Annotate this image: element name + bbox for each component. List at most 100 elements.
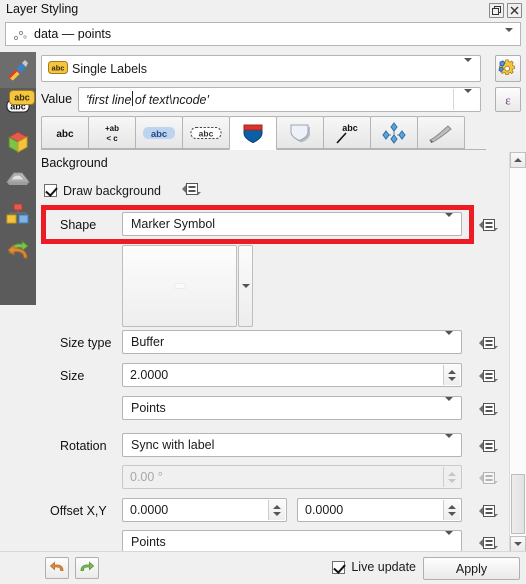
vertical-scrollbar[interactable] [509,152,526,552]
close-button[interactable] [507,3,522,18]
symbol-preview-dropdown[interactable] [238,245,253,327]
size-type-value: Buffer [131,335,165,349]
live-update-checkbox[interactable] [332,560,346,574]
offset-y-spinbox[interactable]: 0.0000 [297,498,462,522]
page-title: Layer Styling [6,2,79,16]
svg-text:abc: abc [342,123,358,133]
size-unit-data-defined-button[interactable] [476,397,501,420]
offset-label: Offset X,Y [50,504,107,518]
redo-button[interactable] [75,557,99,579]
rail-item-masks[interactable] [0,160,36,196]
undo-button[interactable] [45,557,69,579]
layer-selector-combo[interactable]: data — points [5,22,521,46]
rotation-angle-data-defined-button [476,466,501,489]
layer-selector-value: data — points [34,27,112,41]
scrollbar-thumb[interactable] [511,474,525,534]
tab-mask[interactable]: abc [182,116,230,149]
size-value: 2.0000 [130,368,169,382]
svg-text:abc: abc [151,129,167,140]
shape-label: Shape [60,218,97,232]
shape-combo[interactable]: Marker Symbol [122,212,462,236]
rotation-angle-value: 0.00 ° [130,470,163,484]
size-stepper[interactable] [443,365,460,385]
scroll-down-button[interactable] [510,536,526,552]
size-data-defined-button[interactable] [476,364,501,387]
rail-item-diagrams[interactable] [0,196,36,232]
tab-rendering[interactable] [417,116,465,149]
abc-yellow-icon: abc [9,89,35,109]
chevron-up-icon [448,471,456,476]
tab-buffer[interactable]: abc [135,116,183,149]
epsilon-expression-button[interactable]: ε [495,87,521,112]
value-expression-combo[interactable]: 'first line of text\ncode' [78,87,481,112]
chevron-down-icon [241,284,250,288]
draw-background-checkbox[interactable] [44,184,57,197]
divider [453,89,454,110]
tab-background[interactable] [229,116,277,150]
svg-text:abc: abc [14,93,30,103]
labeling-options-button[interactable] [495,55,521,82]
rotation-angle-stepper [443,467,460,487]
titlebar-buttons [489,3,522,18]
offset-x-value: 0.0000 [130,503,169,517]
tab-callouts[interactable]: abc [323,116,371,149]
value-label: Value [41,92,73,106]
chevron-up-icon[interactable] [448,369,456,374]
panel-titlebar: Layer Styling [0,0,526,20]
symbol-marker-glyph [174,283,185,289]
scroll-up-button[interactable] [510,152,526,168]
rotation-angle-spinbox: 0.00 ° [122,465,462,489]
size-unit-combo[interactable]: Points [122,396,462,420]
size-type-combo[interactable]: Buffer [122,330,462,354]
offset-x-spinbox[interactable]: 0.0000 [122,498,287,522]
chevron-down-icon [448,478,456,483]
chevron-down-icon [445,331,453,349]
shape-data-defined-button[interactable] [476,213,501,236]
offset-unit-value: Points [131,535,166,549]
style-type-row: abc Single Labels [41,55,481,82]
svg-text:+ab: +ab [105,124,119,133]
offset-y-value: 0.0000 [305,503,344,517]
chevron-down-icon [464,88,472,107]
svg-text:ε: ε [505,92,511,107]
size-type-label: Size type [60,336,112,350]
chevron-down-icon[interactable] [448,376,456,381]
symbol-preview[interactable] [122,245,237,327]
live-update-row[interactable]: Live update [332,560,416,574]
draw-background-label: Draw background [63,183,161,198]
chevron-down-icon [505,28,513,46]
rotation-value: Sync with label [131,438,215,452]
chevron-down-icon[interactable] [448,511,456,516]
rail-item-symbology[interactable] [0,52,36,88]
tab-placement[interactable] [370,116,418,149]
offset-x-stepper[interactable] [268,500,285,520]
offset-y-stepper[interactable] [443,500,460,520]
style-type-combo[interactable]: abc Single Labels [41,55,481,82]
tab-formatting[interactable]: +ab < c [88,116,136,149]
rail-item-actions[interactable] [0,232,36,268]
shape-value: Marker Symbol [131,217,216,231]
draw-background-row[interactable]: Draw background [44,180,203,201]
data-defined-override-icon[interactable] [181,180,203,201]
size-type-data-defined-button[interactable] [476,331,501,354]
chevron-up-icon[interactable] [273,504,281,509]
size-spinbox[interactable]: 2.0000 [122,363,462,387]
offset-data-defined-button[interactable] [476,499,501,522]
float-button[interactable] [489,3,504,18]
style-tabs: abc +ab < c abc abc abc [41,116,526,150]
rotation-data-defined-button[interactable] [476,434,501,457]
rotation-label: Rotation [60,439,107,453]
chevron-down-icon [464,57,472,76]
value-expression-text: 'first line of text\ncode' [86,92,209,107]
tab-text[interactable]: abc [41,116,89,149]
rail-item-3d-view[interactable] [0,124,36,160]
size-unit-value: Points [131,401,166,415]
section-title-background: Background [41,156,108,170]
chevron-up-icon[interactable] [448,504,456,509]
tab-shadow[interactable] [276,116,324,149]
svg-text:abc: abc [199,128,214,138]
rotation-combo[interactable]: Sync with label [122,433,462,457]
chevron-down-icon [445,531,453,549]
chevron-down-icon[interactable] [273,511,281,516]
apply-button[interactable]: Apply [423,557,520,580]
